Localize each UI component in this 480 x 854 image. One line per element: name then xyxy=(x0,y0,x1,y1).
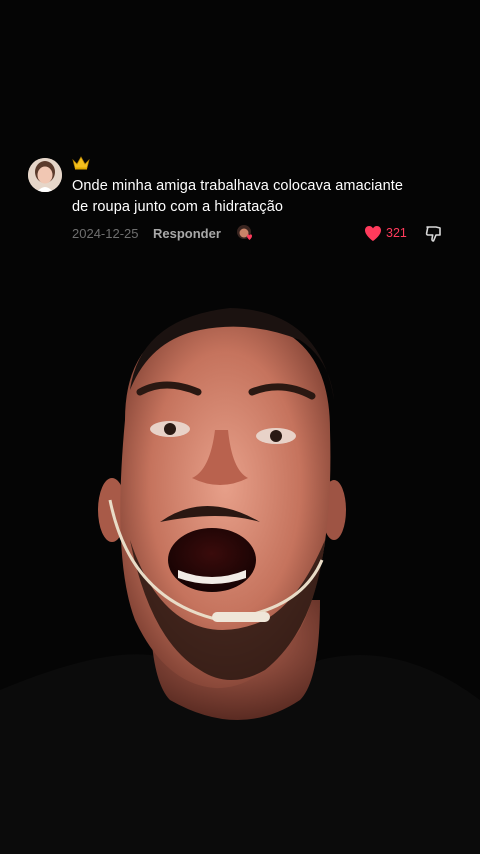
heart-icon xyxy=(364,225,382,242)
comment-text: Onde minha amiga trabalhava colocava ama… xyxy=(72,176,452,218)
video-frame xyxy=(0,0,480,854)
creator-liked-avatar xyxy=(235,224,255,244)
comment-text-line-1: Onde minha amiga trabalhava colocava ama… xyxy=(72,178,404,194)
reply-button[interactable]: Responder xyxy=(153,226,221,241)
user-avatar[interactable] xyxy=(28,158,62,192)
comment-date: 2024-12-25 xyxy=(72,226,139,241)
like-count: 321 xyxy=(386,226,407,240)
crown-icon xyxy=(72,156,90,170)
thumbs-down-icon[interactable] xyxy=(424,224,444,244)
person-speaking-illustration xyxy=(0,0,480,854)
video-screen[interactable]: Onde minha amiga trabalhava colocava ama… xyxy=(0,0,480,854)
comment-text-line-2: de roupa junto com a hidratação xyxy=(72,199,284,215)
user-avatar-image xyxy=(28,158,62,192)
comment-meta-row: 2024-12-25 Responder 321 xyxy=(72,224,458,246)
